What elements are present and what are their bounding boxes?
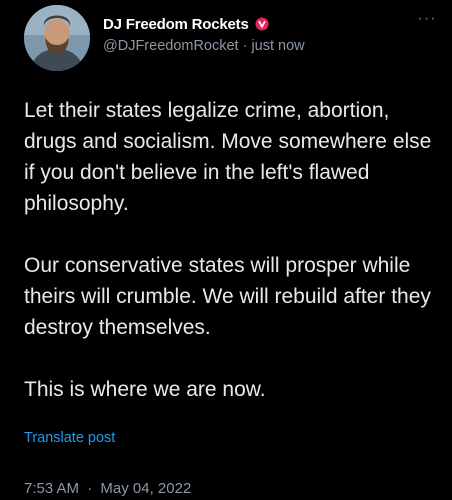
author-info: DJ Freedom Rockets @DJFreedomRocket · ju… xyxy=(103,14,412,55)
parody-badge-icon xyxy=(255,17,269,31)
post-paragraph: Let their states legalize crime, abortio… xyxy=(24,99,432,215)
handle-separator: · xyxy=(242,38,248,54)
post-timestamp: 7:53 AM · May 04, 2022 xyxy=(24,480,191,497)
post-paragraph: This is where we are now. xyxy=(24,378,266,401)
post-time[interactable]: 7:53 AM xyxy=(24,480,79,497)
post-paragraph: Our conservative states will prosper whi… xyxy=(24,254,431,339)
translate-post-link[interactable]: Translate post xyxy=(24,430,115,446)
author-handle[interactable]: @DJFreedomRocket xyxy=(103,38,239,54)
post-card: DJ Freedom Rockets @DJFreedomRocket · ju… xyxy=(0,0,452,500)
timestamp-separator: · xyxy=(87,480,93,497)
relative-time[interactable]: just now xyxy=(251,38,304,54)
author-name-row: DJ Freedom Rockets xyxy=(103,14,412,34)
avatar-image xyxy=(24,5,90,71)
post-date[interactable]: May 04, 2022 xyxy=(100,480,191,497)
more-options-icon[interactable]: ··· xyxy=(416,11,438,30)
post-text: Let their states legalize crime, abortio… xyxy=(24,95,434,436)
handle-row: @DJFreedomRocket · just now xyxy=(103,38,412,54)
avatar[interactable] xyxy=(24,5,90,71)
display-name[interactable]: DJ Freedom Rockets xyxy=(103,16,249,33)
